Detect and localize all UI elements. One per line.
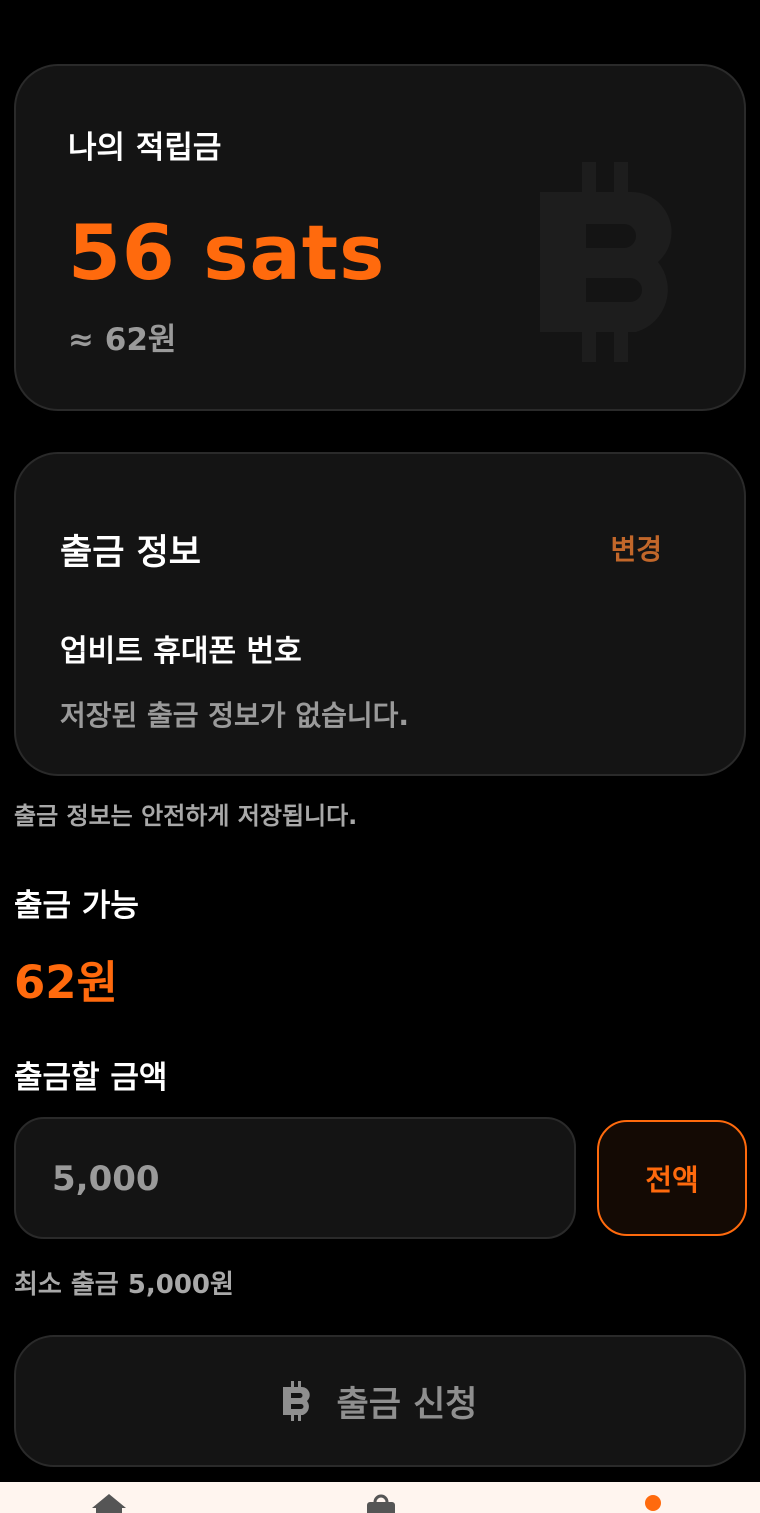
withdraw-request-label: 출금 신청 [336, 1384, 478, 1425]
withdraw-request-button[interactable]: 출금 신청 [14, 1335, 746, 1467]
profile-icon[interactable] [640, 1494, 666, 1513]
bitcoin-icon [282, 1381, 310, 1421]
security-note: 출금 정보는 안전하게 저장됩니다. [14, 802, 358, 830]
payout-empty-text: 저장된 출금 정보가 없습니다. [60, 699, 410, 732]
amount-input-box [14, 1117, 576, 1239]
shop-bag-icon[interactable] [364, 1494, 398, 1513]
balance-title: 나의 적립금 [68, 130, 222, 166]
change-button[interactable]: 변경 [610, 528, 662, 568]
payout-info-card: 출금 정보 변경 업비트 휴대폰 번호 저장된 출금 정보가 없습니다. [14, 452, 746, 776]
all-amount-button[interactable]: 전액 [597, 1120, 747, 1236]
available-value: 62원 [14, 956, 119, 1009]
home-icon[interactable] [92, 1494, 126, 1513]
amount-input[interactable] [50, 1119, 534, 1239]
balance-card: 나의 적립금 56 sats ≈ 62원 [14, 64, 746, 411]
payout-info-title: 출금 정보 [60, 533, 201, 573]
balance-krw-value: ≈ 62원 [68, 322, 177, 358]
bitcoin-icon [540, 162, 672, 362]
minimum-note: 최소 출금 5,000원 [14, 1270, 234, 1300]
available-label: 출금 가능 [14, 888, 139, 924]
amount-label: 출금할 금액 [14, 1060, 168, 1096]
payout-method-label: 업비트 휴대폰 번호 [60, 634, 302, 669]
balance-sats-value: 56 sats [68, 208, 386, 297]
bottom-nav [0, 1482, 760, 1513]
